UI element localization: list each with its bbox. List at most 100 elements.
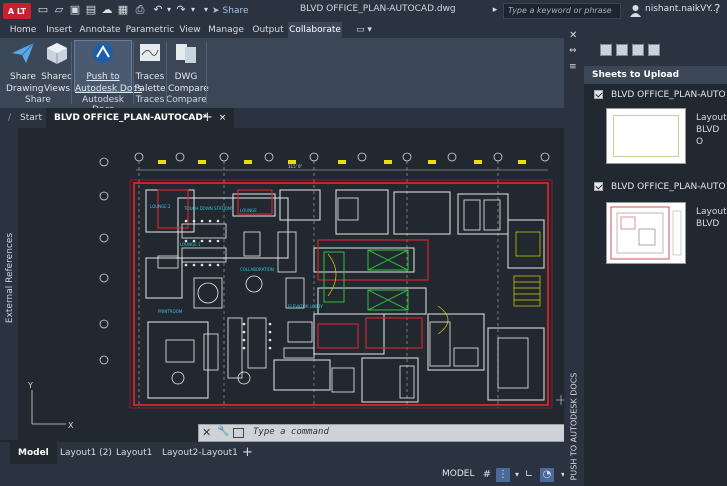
sheet-name: BLVD OFFICE_PLAN-AUTO	[611, 182, 726, 192]
send-plane-icon	[12, 42, 35, 63]
print-icon[interactable]: ⎙	[133, 3, 147, 17]
sheet-item[interactable]: BLVD OFFICE_PLAN-AUTO	[594, 90, 726, 100]
floor-plan-drawing: 115' 0" TOUCH DOWN STATIONS LOUNGE 1 COL…	[27, 152, 566, 430]
tab-model[interactable]: Model	[10, 442, 57, 464]
tab-home[interactable]: Home	[6, 22, 40, 38]
share-drawing-button[interactable]: Share Drawing	[6, 41, 43, 95]
grid-icon[interactable]: #	[480, 468, 494, 482]
select-sheets-icon[interactable]	[600, 44, 612, 56]
expand-chevron-icon[interactable]: ▸	[488, 3, 502, 17]
model-space-label[interactable]: MODEL	[442, 469, 474, 479]
drawing-canvas[interactable]: 115' 0" TOUCH DOWN STATIONS LOUNGE 1 COL…	[18, 128, 566, 440]
room-label: TOUCH DOWN STATIONS	[183, 206, 234, 211]
save-upload-icon[interactable]	[648, 44, 660, 56]
tab-collaborate[interactable]: Collaborate	[288, 22, 342, 38]
add-sheets-icon[interactable]	[632, 44, 644, 56]
close-palette-icon[interactable]: ✕	[569, 30, 577, 41]
ucs-icon: Y X	[27, 381, 74, 430]
app-logo[interactable]: A LT	[3, 3, 31, 19]
palette-toolbar	[584, 22, 727, 66]
palette-title-strip[interactable]: ✕ ⇔ ≡ PUSH TO AUTODESK DOCS	[564, 22, 584, 486]
autohide-icon[interactable]: ⇔	[569, 46, 577, 56]
user-icon[interactable]	[629, 4, 642, 17]
search-input[interactable]: Type a keyword or phrase	[503, 3, 621, 19]
panel-label-traces: Traces	[135, 95, 165, 105]
open-folder-icon[interactable]: ▱	[52, 3, 66, 17]
snap-icon[interactable]: ⋮	[496, 468, 510, 482]
tab-view[interactable]: View	[176, 22, 204, 38]
new-tab-button[interactable]: +	[194, 108, 221, 128]
svg-text:X: X	[68, 421, 74, 430]
sheet-item[interactable]: BLVD OFFICE_PLAN-AUTO	[594, 182, 726, 192]
status-bar: MODEL # ⋮ ▾ ∟ ◔ ▾ ▭	[0, 464, 590, 486]
document-tabs: / Start BLVD OFFICE_PLAN-AUTOCAD* × +	[0, 108, 564, 128]
shared-views-button[interactable]: Shared Views	[40, 41, 74, 95]
checkbox-icon[interactable]	[594, 182, 603, 191]
command-prompt-icon[interactable]	[233, 428, 244, 438]
room-label: ELEVATOR LOBBY	[288, 304, 323, 309]
layout-tabs: / Model Layout1 (2) Layout1 Layout2-Layo…	[0, 442, 590, 464]
thumbnail-layout-label: Layout1	[696, 113, 727, 123]
sheet-thumbnail[interactable]	[606, 108, 686, 164]
customize-qat-icon[interactable]: ▾	[199, 3, 213, 17]
tab-parametric[interactable]: Parametric	[124, 22, 176, 38]
shared-views-label: Shared Views	[41, 72, 73, 94]
svg-text:115' 0": 115' 0"	[288, 164, 303, 169]
wrench-icon[interactable]: 🔧	[217, 426, 229, 437]
push-to-autodesk-docs-button[interactable]: Push to Autodesk Docs	[74, 40, 142, 94]
user-name[interactable]: nishant.naikVY...	[645, 4, 719, 14]
room-label: PRINTROOM	[158, 309, 183, 314]
properties-icon[interactable]: ≡	[569, 62, 577, 72]
traces-icon	[140, 44, 160, 61]
tab-manage[interactable]: Manage	[206, 22, 246, 38]
ribbon-minimize-button[interactable]: ▭ ▾	[350, 22, 378, 38]
traces-palette-button[interactable]: Traces Palette	[134, 41, 166, 95]
dwg-compare-button[interactable]: DWG Compare	[168, 41, 209, 95]
close-icon[interactable]: ✕	[202, 426, 211, 439]
save-as-icon[interactable]: ▤	[84, 3, 98, 17]
push-to-autodesk-docs-label: Push to Autodesk Docs	[75, 72, 142, 94]
thumbnail-plan	[610, 206, 682, 260]
palette-vertical-title: PUSH TO AUTODESK DOCS	[569, 372, 579, 481]
web-icon[interactable]: ▦	[116, 3, 130, 17]
tab-start[interactable]: Start	[12, 108, 50, 128]
tab-drawing-label: BLVD OFFICE_PLAN-AUTOCAD*	[54, 113, 208, 123]
save-icon[interactable]: ▣	[68, 3, 82, 17]
new-file-icon[interactable]: ▭	[36, 3, 50, 17]
tab-layout2-layout1[interactable]: Layout2-Layout1	[154, 442, 246, 464]
cube-icon	[47, 43, 67, 64]
sheet-thumbnail[interactable]	[606, 202, 686, 264]
command-input[interactable]: Type a command	[253, 427, 329, 437]
ribbon-divider	[206, 42, 207, 104]
thumbnail-frame	[613, 115, 679, 157]
room-label: LOUNGE	[240, 208, 257, 213]
new-layout-button[interactable]: +	[234, 442, 261, 464]
help-icon[interactable]: ?	[714, 2, 720, 16]
ortho-icon[interactable]: ∟	[522, 468, 536, 482]
ribbon-divider	[71, 42, 72, 104]
tab-annotate[interactable]: Annotate	[78, 22, 122, 38]
deselect-sheets-icon[interactable]	[616, 44, 628, 56]
checkbox-icon[interactable]	[594, 90, 603, 99]
share-icon: ➤	[212, 6, 220, 16]
panel-label-compare: Compare	[166, 95, 207, 105]
sheet-name: BLVD OFFICE_PLAN-AUTO	[611, 90, 726, 100]
cloud-icon[interactable]: ☁	[100, 3, 114, 17]
ribbon-panel: Share Drawing Shared Views Push to Autod…	[0, 38, 564, 115]
polar-icon[interactable]: ◔	[540, 468, 554, 482]
room-label: COLLABORATION	[240, 267, 274, 272]
dwg-compare-label: DWG Compare	[168, 72, 209, 94]
redo-dropdown-icon[interactable]: ▾	[186, 3, 200, 17]
tab-output[interactable]: Output	[250, 22, 286, 38]
share-button[interactable]: ➤ Share	[212, 4, 249, 18]
autodesk-docs-icon	[93, 43, 113, 63]
share-label: Share	[222, 6, 249, 16]
traces-palette-label: Traces Palette	[134, 72, 166, 94]
ribbon-divider	[133, 42, 134, 104]
external-references-panel[interactable]: External References	[0, 128, 18, 440]
compare-icon	[176, 44, 196, 63]
title-bar: A LT ▭ ▱ ▣ ▤ ☁ ▦ ⎙ ↶ ▾ ↷ ▾ ▾ ➤ Share BLV…	[0, 0, 727, 22]
tab-insert[interactable]: Insert	[42, 22, 76, 38]
tab-layout1[interactable]: Layout1	[108, 442, 160, 464]
external-references-label: External References	[5, 232, 15, 324]
